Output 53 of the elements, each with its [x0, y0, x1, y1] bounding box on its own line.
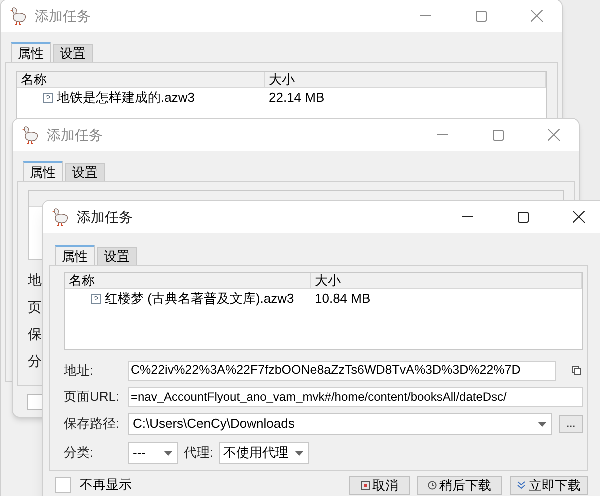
goose-icon: [9, 6, 29, 26]
file-icon: [91, 294, 101, 304]
stop-icon: [360, 480, 370, 490]
column-header: 大小: [265, 72, 546, 87]
field-label: 页: [28, 298, 42, 316]
field-label: 分类:: [64, 444, 95, 462]
close-icon[interactable]: [573, 211, 585, 223]
browse-button[interactable]: ...: [559, 415, 583, 433]
goose-icon: [51, 207, 71, 227]
column-header: 名称: [17, 72, 265, 87]
caret-icon: [294, 450, 304, 456]
dialog-button[interactable]: 立即下载: [510, 476, 588, 494]
file-icon: [43, 93, 53, 103]
tab[interactable]: 属性: [55, 245, 95, 265]
field-label: 代理:: [184, 444, 214, 462]
proxy-dropdown[interactable]: 不使用代理: [218, 442, 309, 464]
field-label: 保存路径:: [64, 415, 121, 434]
goose-icon: [21, 125, 41, 145]
save-path-combobox[interactable]: C:\Users\CenCy\Downloads: [128, 413, 552, 435]
column-header: 名称: [65, 273, 311, 288]
caret-icon: [164, 450, 173, 456]
window-title: 添加任务: [35, 6, 91, 26]
clock-icon: [428, 480, 436, 490]
field-label: 页面URL:: [64, 388, 121, 406]
file-size: 10.84 MB: [314, 290, 371, 308]
checkbox-label: 不再显示: [80, 476, 132, 494]
tab[interactable]: 设置: [97, 247, 137, 265]
field-label: 保: [28, 325, 42, 343]
field-label: 地址:: [64, 362, 95, 380]
field-label: 分: [28, 352, 42, 370]
tab[interactable]: 设置: [65, 163, 105, 181]
column-header: 大小: [311, 273, 582, 288]
page-url-field[interactable]: =nav_AccountFlyout_ano_vam_mvk#/home/content/booksAll/dateDsc/: [128, 386, 583, 406]
address-field[interactable]: C%22iv%22%3A%22F7fzbOONe8aZzTs6WD8TvA%3D%3D%22%7D: [128, 360, 556, 380]
download-icon: [517, 480, 526, 490]
category-dropdown[interactable]: ---: [128, 442, 178, 464]
copy-icon[interactable]: [572, 366, 581, 375]
tab[interactable]: 设置: [53, 44, 93, 62]
file-name: 地铁是怎样建成的.azw3: [57, 89, 195, 108]
checkbox[interactable]: [27, 394, 43, 410]
tab[interactable]: 属性: [23, 161, 63, 181]
dialog-button[interactable]: 取消: [349, 476, 410, 494]
file-name: 红楼梦 (古典名著普及文库).azw3: [105, 290, 294, 308]
window-title: 添加任务: [47, 126, 103, 144]
minimize-icon[interactable]: [462, 216, 472, 218]
file-size: 22.14 MB: [268, 89, 325, 108]
field-label: 地: [28, 271, 42, 289]
checkbox[interactable]: [55, 477, 71, 493]
tab[interactable]: 属性: [11, 42, 51, 62]
caret-icon: [538, 422, 548, 426]
maximize-icon[interactable]: [518, 212, 528, 222]
dialog-button[interactable]: 稍后下载: [417, 476, 502, 494]
window-title: 添加任务: [77, 208, 133, 226]
